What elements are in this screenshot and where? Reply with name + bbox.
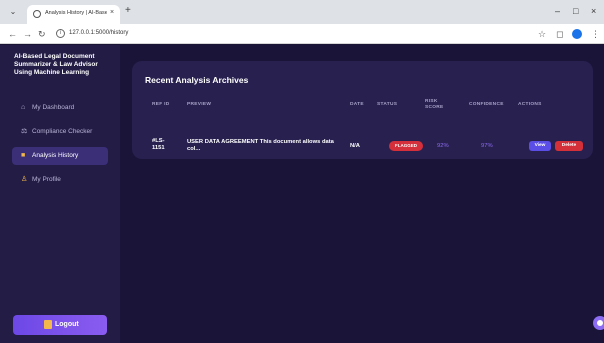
browser-tabstrip: ⌄ Analysis History | AI-Based Legal D × … <box>0 0 604 24</box>
logout-label: Logout <box>55 321 79 328</box>
tab-search-icon[interactable]: ⌄ <box>8 7 18 17</box>
sidebar-item-label: Compliance Checker <box>32 128 93 135</box>
close-window-icon[interactable]: × <box>591 6 596 16</box>
sidebar-item-label: My Profile <box>32 176 61 183</box>
floating-assistant-button[interactable] <box>593 316 604 330</box>
site-info-icon[interactable]: i <box>56 29 65 38</box>
ref-id-cell: #LS-1151 <box>152 138 165 151</box>
header-ref-id: REF ID <box>152 102 170 107</box>
tab-close-icon[interactable]: × <box>110 9 114 16</box>
browser-tab[interactable]: Analysis History | AI-Based Legal D × <box>27 5 120 24</box>
maximize-icon[interactable]: □ <box>573 6 578 16</box>
reload-icon[interactable]: ↻ <box>38 29 46 39</box>
sidebar-item-analysis-history[interactable]: ■ Analysis History <box>12 147 108 165</box>
header-actions: ACTIONS <box>518 102 542 107</box>
header-risk-score: RISK SCORE <box>425 99 444 110</box>
assistant-icon <box>597 320 603 326</box>
sidebar-item-label: Analysis History <box>32 152 79 159</box>
user-icon: ♙ <box>21 176 28 183</box>
status-badge: FLAGGED <box>389 141 423 151</box>
address-bar[interactable]: i 127.0.0.1:5000/history <box>53 27 523 41</box>
date-cell: N/A <box>350 143 360 149</box>
sidebar-item-compliance-checker[interactable]: ⚖ Compliance Checker <box>12 123 108 141</box>
header-date: DATE <box>350 102 364 107</box>
main-content: Recent Analysis Archives REF ID PREVIEW … <box>120 45 604 343</box>
sidebar-item-dashboard[interactable]: ⌂ My Dashboard <box>12 99 108 117</box>
tab-title: Analysis History | AI-Based Legal D <box>45 10 107 16</box>
logout-icon <box>44 320 52 329</box>
forward-icon[interactable]: → <box>23 29 32 39</box>
sidebar-item-label: My Dashboard <box>32 104 75 111</box>
app-container: AI-Based Legal Document Summarizer & Law… <box>0 45 604 343</box>
preview-cell: USER DATA AGREEMENT This document allows… <box>187 139 334 152</box>
home-icon: ⌂ <box>21 104 26 111</box>
risk-score-cell: 92% <box>437 143 449 149</box>
back-icon[interactable]: ← <box>8 29 17 39</box>
view-button[interactable]: View <box>529 141 551 151</box>
scales-icon: ⚖ <box>21 128 28 135</box>
header-preview: PREVIEW <box>187 102 212 107</box>
header-confidence: CONFIDENCE <box>469 102 504 107</box>
confidence-cell: 97% <box>481 143 493 149</box>
new-tab-icon[interactable]: + <box>125 6 131 16</box>
favicon-icon <box>33 10 41 18</box>
bookmark-star-icon[interactable]: ☆ <box>538 29 546 39</box>
minimize-icon[interactable]: – <box>555 6 560 16</box>
header-status: STATUS <box>377 102 398 107</box>
profile-avatar-icon[interactable] <box>572 29 582 39</box>
extensions-icon[interactable]: ◻ <box>556 29 563 39</box>
url-text[interactable]: 127.0.0.1:5000/history <box>69 30 128 36</box>
card-title: Recent Analysis Archives <box>145 75 249 85</box>
delete-button[interactable]: Delete <box>555 141 583 151</box>
app-brand: AI-Based Legal Document Summarizer & Law… <box>14 53 98 76</box>
browser-toolbar: ← → ↻ i 127.0.0.1:5000/history ☆ ◻ ⋮ <box>0 24 604 44</box>
archive-card: Recent Analysis Archives REF ID PREVIEW … <box>132 61 593 159</box>
logout-button[interactable]: Logout <box>13 315 107 335</box>
sidebar: AI-Based Legal Document Summarizer & Law… <box>0 45 120 343</box>
folder-icon: ■ <box>21 152 26 159</box>
sidebar-item-profile[interactable]: ♙ My Profile <box>12 171 108 189</box>
browser-menu-icon[interactable]: ⋮ <box>591 29 600 39</box>
